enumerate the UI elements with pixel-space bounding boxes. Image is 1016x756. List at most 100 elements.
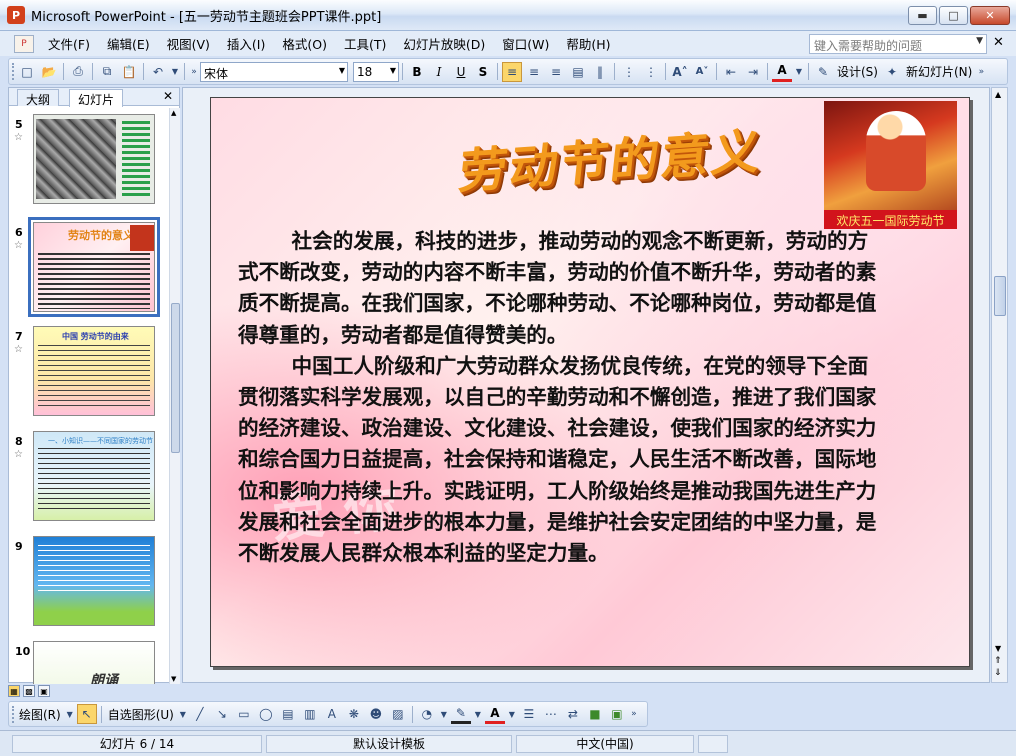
bullets-icon[interactable]: ⋮ [641,62,661,82]
new-slide-button[interactable]: 新幻灯片(N) [906,63,972,80]
design-button[interactable]: 设计(S) [837,63,878,80]
scrollbar-thumb[interactable] [171,303,180,453]
previous-slide-icon[interactable]: ⇑ [994,656,1002,666]
autoshapes-button[interactable]: 自选图形(U) [108,706,174,723]
slide-body-text[interactable]: 社会的发展，科技的进步，推动劳动的观念不断更新，劳动的方式不断改变，劳动的内容不… [238,226,878,569]
open-icon[interactable]: 📂 [39,62,59,82]
menu-format[interactable]: 格式(O) [279,32,330,55]
scrollbar-thumb[interactable] [994,276,1006,316]
align-center-icon[interactable]: ≡ [524,62,544,82]
justify-icon[interactable]: ▤ [568,62,588,82]
labor-day-poster[interactable]: 欢庆五一国际劳动节 [824,101,957,229]
shadow-style-icon[interactable]: ■ [585,704,605,724]
chevron-down-icon[interactable]: ▼ [794,62,804,82]
chevron-down-icon[interactable]: ▼ [439,704,449,724]
close-button[interactable]: ✕ [970,6,1010,25]
dash-style-icon[interactable]: ⋯ [541,704,561,724]
3d-style-icon[interactable]: ▣ [607,704,627,724]
fill-color-icon[interactable]: ◔ [417,704,437,724]
paste-icon[interactable]: 📋 [119,62,139,82]
font-name-select[interactable]: 宋体 ▼ [200,61,348,82]
font-color-icon[interactable]: A [484,704,505,724]
document-icon[interactable]: P [14,34,34,53]
textbox-icon[interactable]: ▤ [278,704,298,724]
toolbar-grip[interactable] [12,705,16,723]
rectangle-icon[interactable]: ▭ [234,704,254,724]
menu-edit[interactable]: 编辑(E) [104,32,153,55]
undo-icon[interactable]: ↶ [148,62,168,82]
new-document-icon[interactable]: □ [17,62,37,82]
thumbnails-scrollbar[interactable]: ▲ ▼ [169,108,180,684]
chevron-down-icon[interactable]: ▼ [507,704,517,724]
menu-insert[interactable]: 插入(I) [224,32,268,55]
toolbar-grip[interactable] [12,63,16,80]
menu-tools[interactable]: 工具(T) [341,32,389,55]
new-slide-icon[interactable]: ✦ [882,62,902,82]
print-icon[interactable]: ⎙ [68,62,88,82]
slide-thumbnail-8[interactable]: 一、小知识——不同国家的劳动节 [33,431,155,521]
chevron-down-icon[interactable]: ▼ [178,704,188,724]
picture-icon[interactable]: ▨ [388,704,408,724]
slideshow-icon[interactable]: ▣ [38,685,50,697]
font-color-icon[interactable]: A [772,62,792,82]
scroll-down-icon[interactable]: ▼ [995,644,1001,653]
italic-icon[interactable]: I [429,62,449,82]
align-left-icon[interactable]: ≡ [502,61,522,82]
slide-thumbnail-6[interactable]: 劳动节的意义 [28,217,160,317]
help-search-input[interactable]: 键入需要帮助的问题 ▼ [809,34,987,54]
chevron-down-icon[interactable]: ▼ [339,66,345,75]
menu-view[interactable]: 视图(V) [164,32,213,55]
increase-indent-icon[interactable]: ⇥ [743,62,763,82]
slide-thumbnail-9[interactable] [33,536,155,626]
draw-menu-button[interactable]: 绘图(R) [19,706,61,723]
font-size-select[interactable]: 18 ▼ [353,61,399,82]
menu-window[interactable]: 窗口(W) [499,32,552,55]
normal-view-icon[interactable]: ▦ [8,685,20,697]
current-slide[interactable]: 爱 你 劳动节的意义 欢庆五一国际劳动节 社会的发展，科技的进步，推动劳动的观念… [210,97,970,667]
distribute-icon[interactable]: ‖ [590,62,610,82]
oval-icon[interactable]: ◯ [256,704,276,724]
maximize-button[interactable]: □ [939,6,968,25]
slide-thumbnail-7[interactable]: 中国 劳动节的由来 [33,326,155,416]
line-color-icon[interactable]: ✎ [450,704,471,724]
align-right-icon[interactable]: ≡ [546,62,566,82]
select-pointer-icon[interactable]: ↖ [76,704,97,724]
slide-sorter-icon[interactable]: ▩ [23,685,35,697]
shadow-icon[interactable]: S [473,62,493,82]
menu-slideshow[interactable]: 幻灯片放映(D) [400,32,488,55]
decrease-indent-icon[interactable]: ⇤ [721,62,741,82]
tab-slides[interactable]: 幻灯片 [69,89,124,107]
menu-file[interactable]: 文件(F) [45,32,93,55]
slide-scrollbar[interactable]: ▲ ▼ ⇑ ⇓ [991,87,1008,683]
chevron-down-icon[interactable]: ▼ [390,66,396,75]
menu-help[interactable]: 帮助(H) [563,32,613,55]
clipart-icon[interactable]: ☻ [366,704,386,724]
scroll-up-icon[interactable]: ▲ [171,109,176,117]
scroll-up-icon[interactable]: ▲ [995,90,1001,99]
slide-thumbnail-5[interactable] [33,114,155,204]
close-document-icon[interactable]: ✕ [993,35,1004,50]
chevron-down-icon[interactable]: ▼ [170,62,180,82]
copy-icon[interactable]: ⧉ [97,62,117,82]
underline-icon[interactable]: U [451,62,471,82]
toolbar-overflow-icon[interactable]: » [976,62,986,82]
scroll-down-icon[interactable]: ▼ [171,675,176,683]
chevron-down-icon[interactable]: ▼ [65,704,75,724]
toolbar-overflow-icon[interactable]: » [189,62,199,82]
chevron-down-icon[interactable]: ▼ [473,704,483,724]
diagram-icon[interactable]: ❋ [344,704,364,724]
minimize-button[interactable]: ▬ [908,6,937,25]
numbering-icon[interactable]: ⋮ [619,62,639,82]
increase-font-icon[interactable]: A˄ [670,62,690,82]
wordart-icon[interactable]: A [322,704,342,724]
arrow-icon[interactable]: ↘ [212,704,232,724]
decrease-font-icon[interactable]: A˅ [692,62,712,82]
next-slide-icon[interactable]: ⇓ [994,668,1002,678]
bold-icon[interactable]: B [407,62,427,82]
slide-thumbnail-10[interactable]: 朗诵 [33,641,155,684]
close-pane-icon[interactable]: ✕ [163,89,173,103]
chevron-down-icon[interactable]: ▼ [976,36,983,46]
design-icon[interactable]: ✎ [813,62,833,82]
line-style-icon[interactable]: ☰ [519,704,539,724]
tab-outline[interactable]: 大纲 [17,89,60,107]
